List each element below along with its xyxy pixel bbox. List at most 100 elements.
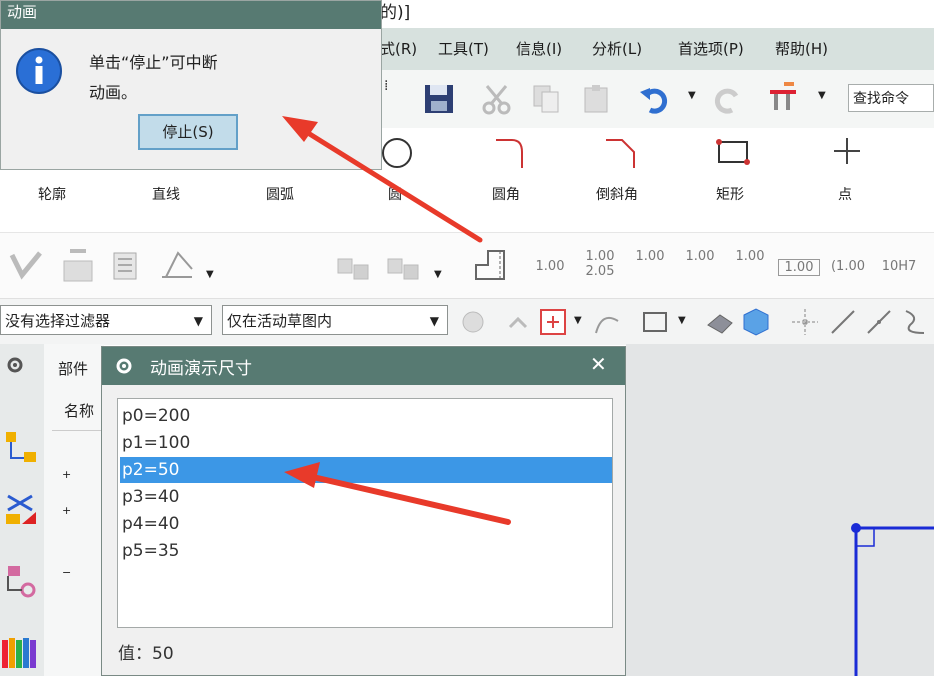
rectangle-select-icon[interactable]: [640, 307, 670, 337]
list-item[interactable]: p4=40: [120, 511, 612, 537]
collapse-toggle[interactable]: −: [62, 566, 71, 579]
snap-point-icon[interactable]: [504, 307, 534, 337]
angular-dimension-icon[interactable]: 1.00: [680, 249, 720, 264]
selection-scope-select[interactable]: 仅在活动草图内 ▼: [222, 305, 448, 335]
gear-icon[interactable]: [4, 354, 26, 376]
make-symmetric-icon[interactable]: [334, 249, 374, 285]
snap-dropdown-icon[interactable]: ▼: [574, 315, 582, 326]
select-dropdown-icon[interactable]: ▼: [678, 315, 686, 326]
graphics-window[interactable]: [626, 344, 934, 676]
dimension-list[interactable]: p0=200 p1=100 p2=50 p3=40 p4=40 p5=35: [117, 398, 613, 628]
trim-icon[interactable]: [8, 249, 44, 283]
point-icon[interactable]: [832, 136, 862, 166]
chevron-down-icon: ▼: [429, 314, 439, 328]
assembly-navigator-icon[interactable]: [2, 428, 40, 466]
menu-bar: 式(R) 工具(T) 信息(I) 分析(L) 首选项(P) 帮助(H): [380, 28, 934, 70]
dialog-message-line2: 动画。: [89, 83, 138, 102]
undo-icon[interactable]: [638, 82, 672, 116]
constraint-toolbar: ▼ ▼ 1.00 1.00 2.05 1.00 1.00 1.00 1.00 (…: [0, 232, 934, 299]
radial-dimension-icon[interactable]: 1.00: [630, 249, 670, 264]
pattern-curve-icon[interactable]: [108, 247, 148, 285]
list-item[interactable]: p0=200: [120, 403, 612, 429]
part-navigator-icon[interactable]: [2, 562, 40, 600]
curve-tools-dropdown-icon[interactable]: ▼: [206, 269, 214, 280]
mirror-curve-icon[interactable]: [158, 247, 198, 285]
expand-toggle[interactable]: +: [62, 504, 71, 517]
rapid-dimension-icon[interactable]: [470, 245, 510, 285]
menu-info[interactable]: 信息(I): [516, 38, 562, 59]
tolerance-dimension-icon[interactable]: 1.00 2.05: [580, 249, 620, 279]
resource-bar: [0, 344, 45, 676]
save-icon[interactable]: [422, 82, 456, 116]
orient-view-icon[interactable]: [790, 307, 820, 337]
paste-icon[interactable]: [580, 82, 614, 116]
circle-icon[interactable]: [380, 136, 414, 170]
menu-analysis[interactable]: 分析(L): [592, 38, 642, 59]
fillet-icon[interactable]: [494, 136, 528, 170]
shaded-edges-icon[interactable]: [704, 305, 736, 337]
spline-select-icon[interactable]: [900, 307, 930, 337]
offset-curve-icon[interactable]: [58, 247, 98, 285]
chamfer-icon[interactable]: [604, 136, 638, 170]
menu-format[interactable]: 式(R): [380, 38, 417, 59]
select-curve-icon[interactable]: [592, 307, 622, 337]
gear-icon: [116, 358, 132, 374]
menu-tools[interactable]: 工具(T): [438, 38, 489, 59]
list-item[interactable]: p3=40: [120, 484, 612, 510]
reuse-library-icon[interactable]: [0, 632, 40, 672]
fit-dimension-icon[interactable]: 10H7: [878, 259, 920, 274]
selection-bar: 没有选择过滤器 ▼ 仅在活动草图内 ▼ ▼ ▼: [0, 298, 934, 345]
dialog-message-line1: 单击“停止”可中断: [89, 53, 218, 72]
standard-toolbar: ⁞ ▼ ▼ 查找命令: [380, 70, 934, 129]
list-item[interactable]: p5=35: [120, 538, 612, 564]
enable-snap-icon[interactable]: [538, 307, 568, 337]
redo-icon[interactable]: [710, 82, 744, 116]
sketch-geometry: [851, 523, 934, 676]
ribbon-fillet[interactable]: 圆角: [492, 184, 520, 204]
selection-filter-value: 没有选择过滤器: [5, 312, 111, 330]
animate-dimension-dialog: 动画演示尺寸 ✕ p0=200 p1=100 p2=50 p3=40 p4=40…: [101, 346, 626, 676]
dialog-title-bar[interactable]: 动画演示尺寸 ✕: [102, 347, 625, 385]
menu-preferences[interactable]: 首选项(P): [678, 38, 744, 59]
value-readout: 值：50: [118, 644, 174, 664]
stop-button[interactable]: 停止(S): [138, 114, 238, 150]
ribbon-chamfer[interactable]: 倒斜角: [596, 184, 638, 204]
info-icon: [16, 48, 62, 94]
expand-toggle[interactable]: +: [62, 468, 71, 481]
select-feature-icon[interactable]: [458, 307, 488, 337]
cut-icon[interactable]: [480, 82, 514, 116]
constraint-navigator-icon[interactable]: [2, 490, 40, 528]
basic-dimension-icon[interactable]: 1.00: [778, 259, 820, 276]
close-icon[interactable]: ✕: [590, 352, 607, 376]
selection-scope-value: 仅在活动草图内: [227, 312, 333, 330]
ribbon-circle[interactable]: 圆: [388, 184, 402, 204]
navigator-column-name[interactable]: 名称: [64, 400, 94, 421]
ribbon-line[interactable]: 直线: [152, 184, 180, 204]
sketch-settings-dropdown-icon[interactable]: ▼: [818, 90, 852, 124]
navigator-tab[interactable]: 部件: [58, 358, 88, 379]
find-command-box[interactable]: 查找命令: [848, 84, 934, 112]
dialog-title[interactable]: 动画: [1, 1, 381, 29]
dialog-title: 动画演示尺寸: [150, 359, 252, 379]
convert-reference-icon[interactable]: [384, 249, 424, 285]
copy-icon[interactable]: [530, 82, 564, 116]
ribbon-profile[interactable]: 轮廓: [38, 184, 66, 204]
sketch-settings-icon[interactable]: [768, 80, 802, 114]
linear-dimension-icon[interactable]: 1.00: [530, 259, 570, 274]
overflow-icon[interactable]: ⁞: [384, 78, 418, 112]
perimeter-dimension-icon[interactable]: 1.00: [730, 249, 770, 264]
stop-animation-dialog: 动画 单击“停止”可中断 动画。 停止(S): [0, 0, 382, 170]
list-item[interactable]: p1=100: [120, 430, 612, 456]
reference-dropdown-icon[interactable]: ▼: [434, 269, 442, 280]
reference-dimension-icon[interactable]: (1.00: [828, 259, 868, 274]
shaded-body-icon[interactable]: [740, 305, 772, 337]
line-select-icon[interactable]: [828, 307, 858, 337]
line-point-icon[interactable]: [864, 307, 894, 337]
list-item-selected[interactable]: p2=50: [120, 457, 612, 483]
rectangle-icon[interactable]: [716, 138, 750, 168]
ribbon-point[interactable]: 点: [838, 184, 852, 204]
menu-help[interactable]: 帮助(H): [775, 38, 828, 59]
selection-filter-select[interactable]: 没有选择过滤器 ▼: [0, 305, 212, 335]
ribbon-arc[interactable]: 圆弧: [266, 184, 294, 204]
ribbon-rectangle[interactable]: 矩形: [716, 184, 744, 204]
